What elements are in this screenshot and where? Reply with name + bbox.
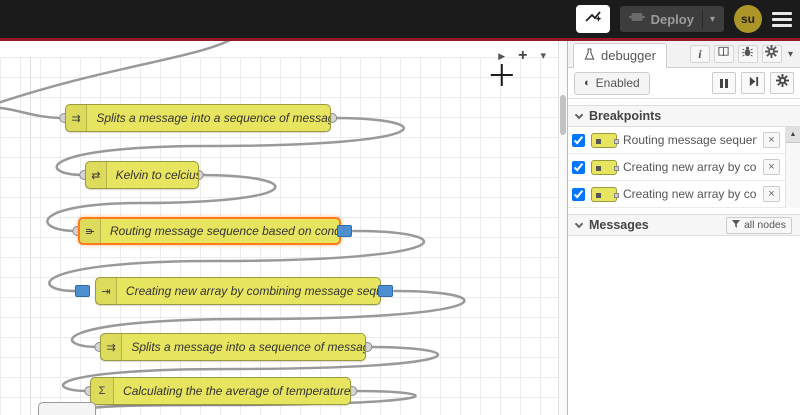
header-assistant-button[interactable]: [575, 5, 610, 33]
flow-node-switch[interactable]: ⋔ Routing message sequence based on cond…: [78, 217, 341, 245]
step-button[interactable]: [741, 72, 765, 94]
node-label: Routing message sequence based on condit…: [110, 224, 339, 238]
deploy-button[interactable]: Deploy ▾: [619, 6, 724, 32]
debugger-toolbar: ◐ Enabled: [568, 68, 800, 99]
node-label: Kelvin to celcius: [115, 168, 198, 182]
pause-icon: [720, 78, 723, 88]
breakpoint-marker[interactable]: [337, 225, 352, 237]
menu-bar-icon: [772, 23, 792, 27]
tab-scroll-icon[interactable]: ▶: [498, 51, 505, 61]
flow-node-split-2[interactable]: ⇉ Splits a message into a sequence of me…: [100, 333, 366, 361]
book-icon: [717, 45, 730, 63]
gear-icon: [765, 45, 779, 63]
enabled-label: Enabled: [595, 76, 640, 90]
pause-icon: [725, 78, 728, 88]
node-label: Splits a message into a sequence of mess…: [131, 340, 365, 354]
node-label: Creating new array by combining message …: [125, 284, 380, 298]
messages-title: Messages: [589, 218, 649, 232]
chevron-down-icon: [574, 110, 584, 119]
wire[interactable]: [0, 41, 245, 107]
flow-node-average[interactable]: Σ Calculating the the average of tempera…: [90, 377, 351, 405]
flow-list-dropdown-icon[interactable]: ▾: [540, 50, 546, 62]
sparkle-chart-icon: [584, 9, 602, 30]
join-icon: ⇥: [96, 278, 117, 304]
breakpoint-node-icon: [591, 186, 619, 202]
flow-node-partial[interactable]: [38, 402, 96, 415]
breakpoint-label: Creating new array by combining message …: [623, 187, 757, 201]
node-label: Calculating the the average of temperatu…: [123, 384, 350, 398]
config-tab-button[interactable]: [761, 45, 782, 63]
pause-button[interactable]: [712, 72, 736, 94]
breakpoint-row: Routing message sequence based on condit…: [568, 127, 800, 154]
breakpoint-marker[interactable]: [378, 285, 393, 297]
info-icon: i: [698, 46, 702, 61]
flow-node-split-1[interactable]: ⇉ Splits a message into a sequence of me…: [65, 104, 331, 132]
right-sidebar: debugger i ▾ ◐ Enabled Breakpoints Routi…: [567, 41, 800, 415]
messages-panel: [568, 236, 800, 415]
breakpoints-title: Breakpoints: [589, 109, 662, 123]
breakpoints-section-header[interactable]: Breakpoints: [568, 105, 800, 127]
remove-breakpoint-button[interactable]: ×: [763, 159, 780, 175]
menu-bar-icon: [772, 17, 792, 21]
app-window: Deploy ▾ su ▶ + ▾ ⇉ Splits a message int…: [0, 0, 800, 415]
scroll-up-button[interactable]: ▲: [786, 127, 800, 143]
sidebar-tab-bar: debugger i ▾: [568, 41, 800, 68]
remove-breakpoint-button[interactable]: ×: [763, 132, 780, 148]
deploy-caret-icon[interactable]: ▾: [710, 14, 715, 25]
toggle-icon: ◐: [584, 77, 591, 89]
breakpoint-marker[interactable]: [75, 285, 90, 297]
sum-icon: Σ: [91, 378, 115, 404]
header-bar: Deploy ▾ su: [0, 0, 800, 38]
breakpoint-checkbox[interactable]: [572, 187, 585, 201]
breakpoint-checkbox[interactable]: [572, 160, 585, 174]
tab-debugger[interactable]: debugger: [573, 43, 667, 68]
breakpoint-node-icon: [591, 132, 619, 148]
breakpoint-node-icon: [591, 159, 619, 175]
breakpoints-list: Routing message sequence based on condit…: [568, 127, 800, 208]
scrollbar-thumb[interactable]: [560, 95, 566, 135]
message-filter-button[interactable]: all nodes: [725, 216, 792, 234]
messages-section-header[interactable]: Messages all nodes: [568, 214, 800, 236]
main-menu-button[interactable]: [772, 11, 792, 27]
remove-breakpoint-button[interactable]: ×: [763, 186, 780, 202]
breakpoint-row: Creating new array by combining message …: [568, 181, 800, 208]
crosshair-cursor: [490, 64, 513, 86]
deploy-label: Deploy: [650, 11, 694, 27]
step-icon: [748, 74, 759, 92]
convert-icon: ⇄: [86, 162, 107, 188]
chevron-down-icon: [574, 219, 584, 228]
debugger-settings-button[interactable]: [770, 72, 794, 94]
help-tab-button[interactable]: [713, 45, 734, 63]
deploy-divider: [701, 10, 703, 28]
switch-icon: ⋔: [80, 219, 102, 243]
user-avatar[interactable]: su: [734, 5, 762, 33]
split-icon: ⇉: [66, 105, 88, 131]
tab-label: debugger: [601, 48, 656, 63]
canvas-vertical-scrollbar[interactable]: [558, 41, 567, 415]
bug-icon: [741, 45, 754, 63]
sidebar-scrollbar[interactable]: ▲: [785, 127, 800, 208]
menu-bar-icon: [772, 11, 792, 15]
breakpoint-checkbox[interactable]: [572, 133, 585, 147]
info-tab-button[interactable]: i: [689, 45, 710, 63]
deploy-icon: [628, 10, 645, 28]
flow-node-kelvin[interactable]: ⇄ Kelvin to celcius: [85, 161, 199, 189]
filter-label: all nodes: [743, 219, 786, 231]
flow-canvas[interactable]: ▶ + ▾ ⇉ Splits a message into a sequence…: [0, 41, 558, 415]
funnel-icon: [731, 219, 740, 231]
debug-tab-button[interactable]: [737, 45, 758, 63]
sidebar-tabs-dropdown-icon[interactable]: ▾: [786, 49, 795, 60]
split-icon: ⇉: [101, 334, 123, 360]
breakpoint-label: Routing message sequence based on condit…: [623, 133, 757, 147]
flow-node-join[interactable]: ⇥ Creating new array by combining messag…: [95, 277, 381, 305]
add-flow-button[interactable]: +: [518, 48, 527, 64]
breakpoint-label: Creating new array by combining message …: [623, 160, 757, 174]
debugger-enabled-toggle[interactable]: ◐ Enabled: [574, 71, 650, 95]
wire[interactable]: [0, 106, 66, 120]
gear-icon: [775, 74, 789, 92]
breakpoint-row: Creating new array by combining message …: [568, 154, 800, 181]
debugger-tab-icon: [584, 47, 595, 64]
node-label: Splits a message into a sequence of mess…: [96, 111, 330, 125]
